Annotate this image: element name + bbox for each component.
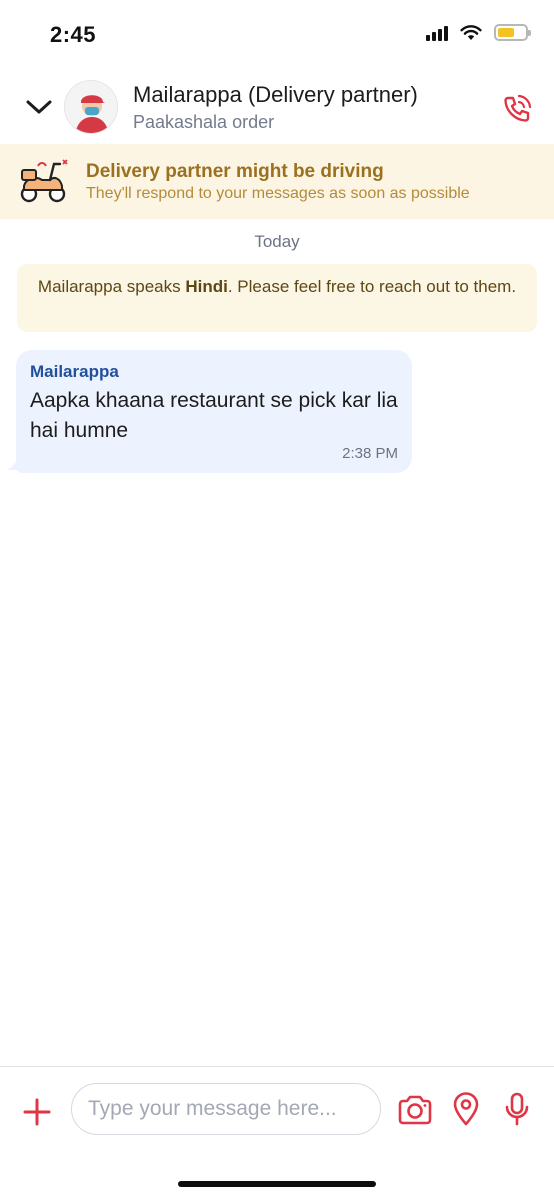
info-note-suffix: . Please feel free to reach out to them. — [227, 277, 517, 296]
microphone-icon — [505, 1092, 529, 1126]
contact-name: Mailarappa (Delivery partner) — [133, 82, 418, 107]
camera-button[interactable] — [396, 1093, 434, 1127]
status-time: 2:45 — [50, 22, 97, 47]
add-attachment-button[interactable] — [20, 1095, 54, 1129]
home-indicator[interactable] — [178, 1181, 376, 1187]
language-info-note: Mailarappa speaks Hindi. Please feel fre… — [17, 264, 537, 332]
status-bar: 2:45 — [0, 0, 554, 70]
camera-icon — [398, 1095, 432, 1125]
info-note-language: Hindi — [185, 277, 228, 296]
banner-title: Delivery partner might be driving — [86, 161, 384, 182]
message-input[interactable] — [71, 1083, 381, 1135]
wifi-icon — [460, 24, 482, 40]
chat-header: Mailarappa (Delivery partner) Paakashala… — [0, 72, 554, 142]
banner-subtitle: They'll respond to your messages as soon… — [86, 185, 470, 202]
call-button[interactable] — [500, 92, 534, 126]
order-subtitle: Paakashala order — [133, 112, 275, 132]
avatar — [64, 80, 118, 134]
chat-screen: 2:45 Mailarappa (Delivery partner) Paaka… — [0, 0, 554, 1200]
info-note-prefix: Mailarappa speaks — [37, 277, 186, 296]
microphone-button[interactable] — [504, 1091, 530, 1127]
message-text: Aapka khaana restaurant se pick kar lia … — [30, 389, 398, 442]
battery-level — [498, 28, 514, 37]
phone-icon — [504, 94, 532, 122]
message-sender: Mailarappa — [30, 362, 119, 381]
scooter-icon — [16, 156, 70, 206]
cellular-signal-icon — [426, 25, 448, 41]
driving-banner: Delivery partner might be driving They'l… — [0, 144, 554, 219]
bubble-tail — [6, 456, 20, 470]
date-separator: Today — [254, 232, 300, 251]
plus-icon — [23, 1098, 51, 1126]
status-icons — [426, 24, 531, 41]
chevron-down-icon — [26, 100, 52, 114]
delivery-partner-avatar-icon — [65, 81, 117, 133]
message-time: 2:38 PM — [342, 445, 398, 462]
message-composer — [0, 1066, 554, 1200]
location-pin-icon — [453, 1092, 479, 1126]
message-bubble: Mailarappa Aapka khaana restaurant se pi… — [16, 350, 412, 473]
battery-icon — [494, 24, 531, 41]
location-button[interactable] — [451, 1091, 481, 1127]
collapse-button[interactable] — [22, 92, 56, 122]
